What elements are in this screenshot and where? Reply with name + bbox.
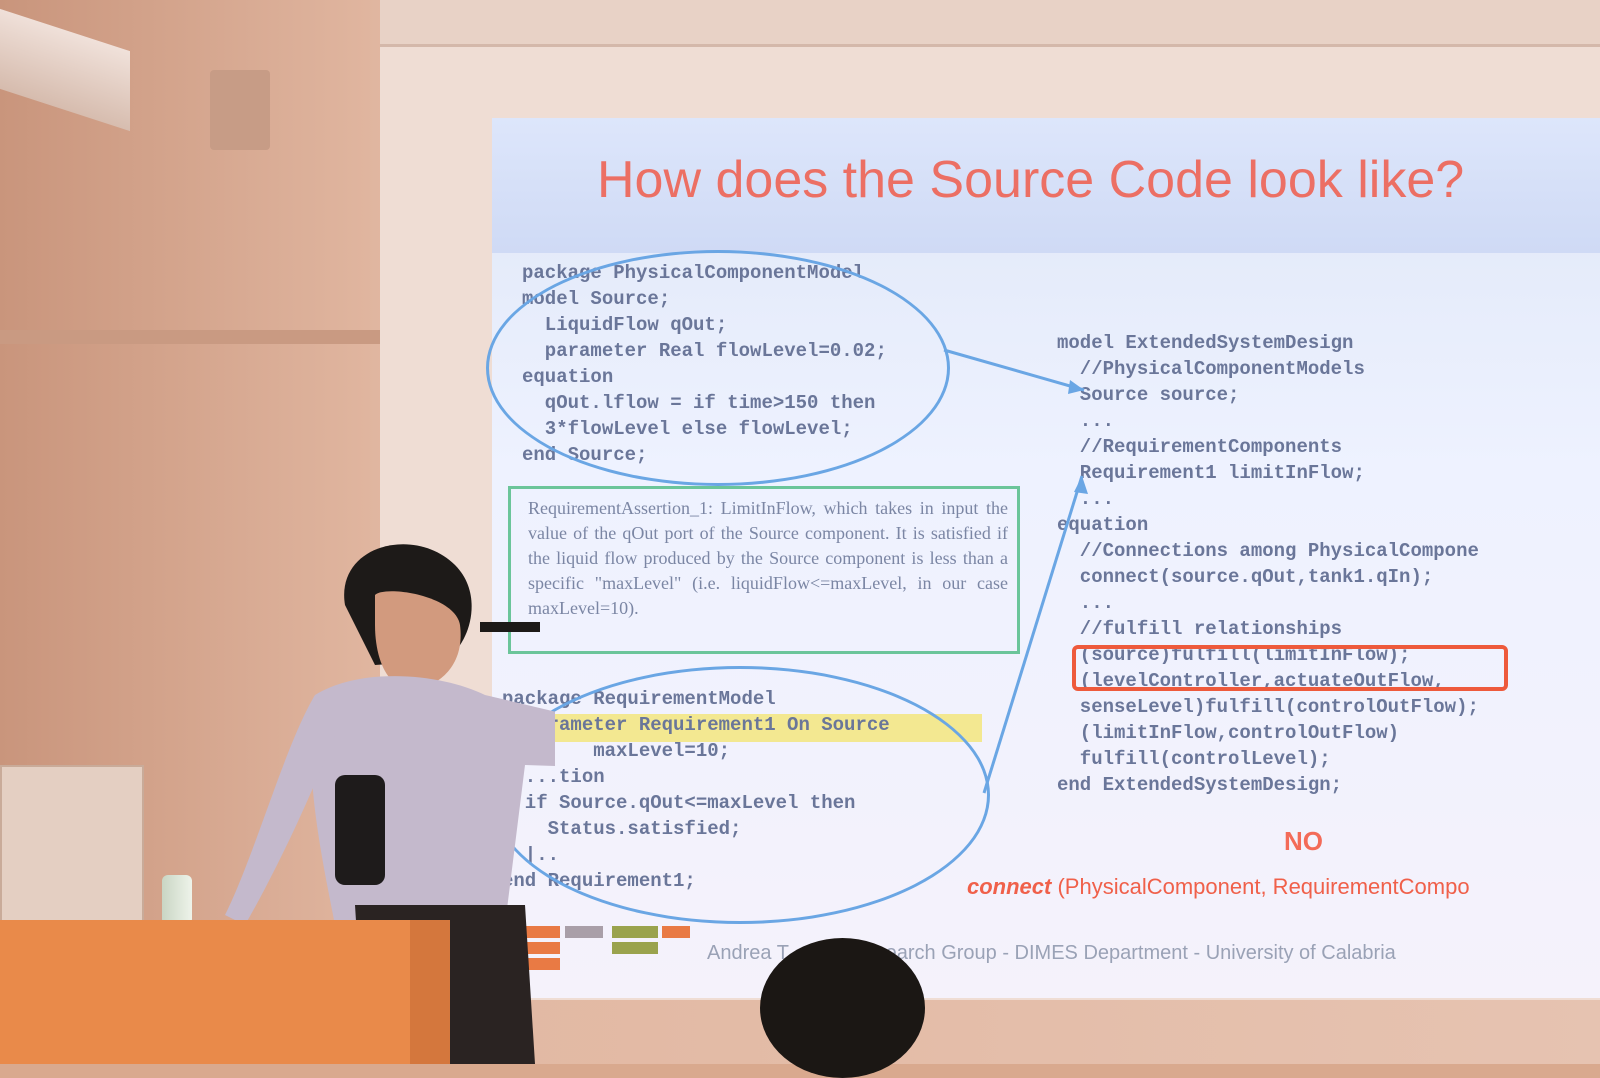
lectern	[0, 920, 420, 1064]
connect-args: (PhysicalComponent, RequirementCompo	[1051, 874, 1470, 899]
audience-head	[760, 938, 925, 1078]
arrow-head-1	[1068, 380, 1084, 394]
lectern-side	[410, 920, 450, 1064]
no-label: NO	[1284, 826, 1323, 856]
connect-note: connect (PhysicalComponent, RequirementC…	[967, 874, 1470, 900]
presenter-glasses	[480, 622, 540, 632]
projected-slide: How does the Source Code look like? pack…	[486, 118, 1600, 998]
screen-housing	[380, 0, 1600, 47]
connect-keyword: connect	[967, 874, 1052, 899]
desk-monitor	[0, 765, 144, 924]
wall-trim	[0, 330, 395, 344]
wall-speaker	[210, 70, 270, 150]
arrow-to-source	[943, 348, 1085, 392]
annotation-arrows	[943, 348, 1088, 794]
water-bottle	[162, 875, 192, 925]
fulfill-highlight-box	[1072, 645, 1508, 691]
presenter-bag-strap	[335, 775, 385, 885]
arrow-head-2	[1074, 476, 1088, 494]
arrow-to-requirement	[982, 475, 1084, 794]
